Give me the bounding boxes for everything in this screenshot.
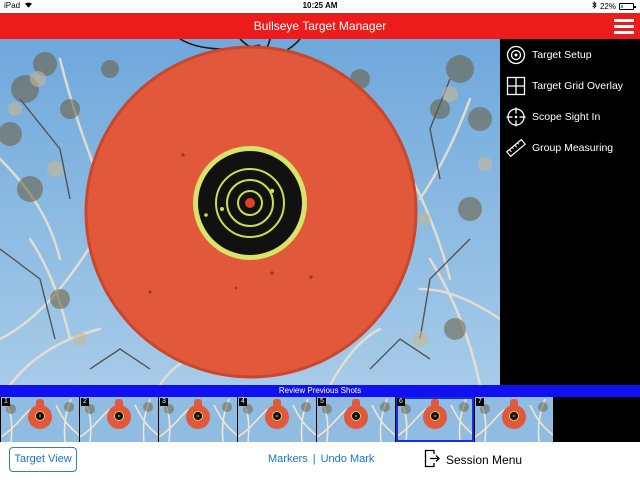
shot-number: 6 [397,398,405,406]
menu-label-scope-sight-in: Scope Sight In [532,110,601,123]
shots-thumbnail-strip: 1 2 3 4 5 6 7 [0,397,640,442]
markers-link[interactable]: Markers [268,453,308,465]
shot-number: 2 [81,398,89,406]
grid-overlay-icon [505,75,527,97]
shot-thumbnail[interactable]: 3 [159,397,237,442]
marker-links: Markers | Undo Mark [268,453,374,465]
session-menu-label: Session Menu [446,453,523,467]
shot-thumbnail[interactable]: 7 [475,397,553,442]
bluetooth-icon [592,1,597,11]
menu-label-target-setup: Target Setup [532,48,592,61]
shot-thumbnail-image [159,397,237,442]
status-time: 10:25 AM [302,1,338,10]
shot-thumbnail[interactable]: 4 [238,397,316,442]
hamburger-menu-icon[interactable] [614,17,634,35]
target-view-button[interactable]: Target View [9,447,77,472]
shot-thumbnail-image [238,397,316,442]
shot-thumbnail[interactable]: 2 [80,397,158,442]
shot-number: 4 [239,398,247,406]
ruler-icon [505,137,527,159]
shot-thumbnail[interactable]: 6 [396,397,474,442]
shot-number: 1 [2,398,10,406]
menu-item-scope-sight-in[interactable]: Scope Sight In [500,101,640,132]
shot-number: 3 [160,398,168,406]
title-bar: Bullseye Target Manager [0,13,640,39]
menu-label-target-grid-overlay: Target Grid Overlay [532,79,624,92]
status-bar: iPad 10:25 AM 22% [0,0,640,13]
link-separator: | [312,453,316,465]
menu-label-group-measuring: Group Measuring [532,141,614,154]
menu-item-group-measuring[interactable]: Group Measuring [500,132,640,163]
shot-thumbnail-image [396,397,474,442]
shot-thumbnail-image [1,397,79,442]
app-screen: iPad 10:25 AM 22% Bullseye Target Manage… [0,0,640,480]
shot-thumbnail-image [475,397,553,442]
camera-view[interactable] [0,39,500,385]
crosshair-icon [505,106,527,128]
battery-icon [619,2,636,10]
shots-strip-title: Review Previous Shots [0,385,640,397]
shot-thumbnail-image [317,397,395,442]
shot-thumbnail-image [80,397,158,442]
session-menu-button[interactable]: Session Menu [424,449,522,471]
shot-number: 5 [318,398,326,406]
session-exit-icon [424,449,440,471]
bottom-toolbar: Target View Markers | Undo Mark Session Me… [0,442,640,480]
target-photo [0,39,500,385]
shot-thumbnail[interactable]: 1 [1,397,79,442]
tools-menu: Target Setup Target Grid Overlay Scope S… [500,39,640,385]
shot-thumbnail[interactable]: 5 [317,397,395,442]
undo-mark-link[interactable]: Undo Mark [321,453,375,465]
menu-item-target-grid-overlay[interactable]: Target Grid Overlay [500,70,640,101]
battery-percent: 22% [599,1,616,11]
menu-item-target-setup[interactable]: Target Setup [500,39,640,70]
shot-number: 7 [476,398,484,406]
app-title: Bullseye Target Manager [253,19,387,33]
target-setup-icon [505,44,527,66]
